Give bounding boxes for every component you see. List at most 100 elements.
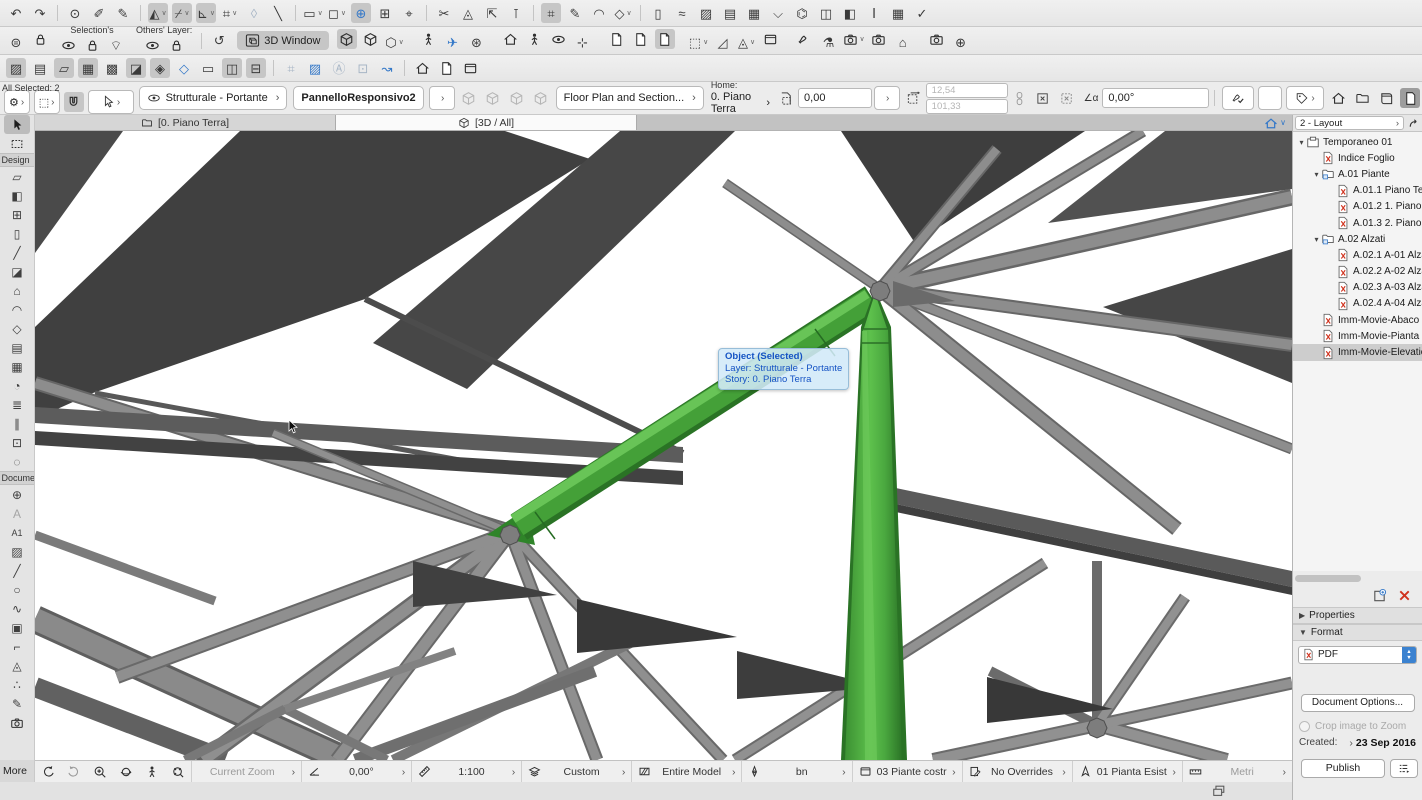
new-page-icon[interactable] bbox=[631, 29, 651, 49]
x-dashed-box-icon[interactable] bbox=[1058, 88, 1078, 108]
schedule-icon[interactable]: ▦ bbox=[888, 3, 908, 23]
guide-lines-icon[interactable]: ◭∨ bbox=[148, 3, 168, 23]
frame-dots-icon[interactable]: ⊡ bbox=[353, 58, 373, 78]
orbit-icon[interactable]: ✈ bbox=[443, 32, 463, 52]
format-section-header[interactable]: ▼ Format bbox=[1293, 624, 1422, 641]
perspective-icon[interactable] bbox=[337, 29, 357, 49]
circle-tool[interactable]: ○ bbox=[4, 580, 30, 599]
marquee-options-icon[interactable]: ▭∨ bbox=[303, 3, 323, 23]
trim-icon[interactable]: ⊺ bbox=[506, 3, 526, 23]
book-icon[interactable] bbox=[436, 58, 456, 78]
freehand-icon[interactable]: ✎ bbox=[565, 3, 585, 23]
elevation-popup-button[interactable]: › bbox=[874, 86, 900, 110]
elevation-tool[interactable]: ◬ bbox=[4, 656, 30, 675]
quick-model-view-button[interactable]: ∨ bbox=[1258, 115, 1292, 130]
tree-item-imm-elevation[interactable]: Imm-Movie-Elevation bbox=[1293, 344, 1422, 360]
view-settings-selector[interactable]: Floor Plan and Section... › bbox=[556, 86, 704, 110]
coordinate-y-input[interactable]: 101,33 bbox=[926, 99, 1008, 114]
bucket-icon[interactable]: ◬∨ bbox=[737, 32, 757, 52]
hatch-blue-icon[interactable]: ▨ bbox=[305, 58, 325, 78]
dimension-tool[interactable]: ⊕ bbox=[4, 485, 30, 504]
film-camera-icon[interactable] bbox=[927, 29, 947, 49]
format-stepper[interactable]: ▲▼ bbox=[1402, 647, 1416, 663]
bottombar-units[interactable]: Metri› bbox=[1182, 761, 1292, 782]
bottombar-scale[interactable]: 1:100› bbox=[411, 761, 521, 782]
fill-tool[interactable]: ▨ bbox=[4, 542, 30, 561]
morph-ops-icon[interactable]: ◇∨ bbox=[613, 3, 633, 23]
renovation-extra-button[interactable] bbox=[1258, 86, 1282, 110]
bottombar-window-settings[interactable]: 03 Piante costruzione› bbox=[852, 761, 962, 782]
tree-item-a022[interactable]: A.02.2 A-02 Alzato Est bbox=[1293, 264, 1422, 280]
tree-item-a02[interactable]: ▾A.02 Alzati bbox=[1293, 231, 1422, 247]
ink-icon[interactable]: ⚗ bbox=[819, 32, 839, 52]
delete-icon[interactable] bbox=[1397, 588, 1412, 603]
grid-snap-icon[interactable]: ⌗∨ bbox=[220, 3, 240, 23]
editing-plane-icon[interactable]: ◊ bbox=[244, 3, 264, 23]
navigator-view-map-icon[interactable] bbox=[1352, 88, 1372, 108]
projection-icon[interactable]: ⬡∨ bbox=[385, 32, 405, 52]
layer-filter-4-icon[interactable]: ▦ bbox=[78, 58, 98, 78]
bottombar-rotation[interactable]: 0,00°› bbox=[301, 761, 411, 782]
node-edit-icon[interactable]: ⌗ bbox=[541, 3, 561, 23]
tree-item-a011[interactable]: A.01.1 Piano Terra bbox=[1293, 183, 1422, 199]
visit-view-icon[interactable]: ⊜ bbox=[6, 32, 26, 52]
tree-disclosure-icon[interactable]: ▾ bbox=[1297, 138, 1306, 147]
tree-item-a023[interactable]: A.02.3 A-03 Alzato Su bbox=[1293, 280, 1422, 296]
others-show-icon[interactable] bbox=[142, 36, 162, 56]
elevation-person-icon[interactable] bbox=[525, 29, 545, 49]
horizontal-scrollbar[interactable] bbox=[1295, 575, 1361, 582]
figure-tool[interactable]: ▣ bbox=[4, 618, 30, 637]
copy-page-icon[interactable] bbox=[607, 29, 627, 49]
layer-selector[interactable]: Strutturale - Portante › bbox=[139, 86, 288, 110]
pivot-icon[interactable]: ⊹ bbox=[573, 32, 593, 52]
section-house-icon[interactable] bbox=[501, 29, 521, 49]
angle-input[interactable]: 0,00° bbox=[1102, 88, 1209, 108]
profile-icon[interactable]: ◫ bbox=[816, 3, 836, 23]
magnet-toggle[interactable] bbox=[64, 92, 84, 112]
home-story-selector[interactable]: 0. Piano Terra› bbox=[711, 91, 770, 115]
arrow-tool[interactable] bbox=[4, 115, 30, 134]
lock-pair-icon[interactable] bbox=[30, 29, 50, 49]
inject-parameters-icon[interactable]: ✎ bbox=[113, 3, 133, 23]
selection-settings-button[interactable]: ⬚› bbox=[34, 90, 60, 114]
plane-blue-icon[interactable]: ◇ bbox=[174, 58, 194, 78]
roof-add-icon[interactable]: ◠ bbox=[589, 3, 609, 23]
3d-cutaway-icon[interactable] bbox=[549, 29, 569, 49]
snap-points-icon[interactable]: ⊾∨ bbox=[196, 3, 216, 23]
stair-tool[interactable]: ≣ bbox=[4, 395, 30, 414]
axonometry-icon[interactable] bbox=[361, 29, 381, 49]
explore-icon[interactable]: ⊛ bbox=[467, 32, 487, 52]
brush-icon[interactable] bbox=[795, 29, 815, 49]
new-layout-icon[interactable] bbox=[1372, 588, 1387, 603]
publish-options-button[interactable] bbox=[1390, 759, 1418, 778]
curtain-wall-tool[interactable]: ▦ bbox=[4, 357, 30, 376]
active-page-icon[interactable] bbox=[655, 29, 675, 49]
label-tool[interactable]: A1 bbox=[4, 523, 30, 542]
tree-disclosure-icon[interactable]: ▾ bbox=[1312, 170, 1321, 179]
automation-icon[interactable]: ⊕ bbox=[351, 3, 371, 23]
renovation-filter-button[interactable] bbox=[1222, 86, 1254, 110]
properties-section-header[interactable]: ▶ Properties bbox=[1293, 607, 1422, 624]
object-tool[interactable]: ⊡ bbox=[4, 433, 30, 452]
link-icon[interactable] bbox=[1010, 88, 1030, 108]
quick-options-button[interactable]: › bbox=[1286, 86, 1324, 110]
navigator-mode-select[interactable]: 2 - Layout › bbox=[1295, 116, 1404, 130]
column-tool[interactable]: ▯ bbox=[4, 224, 30, 243]
tab-3d-all[interactable]: [3D / All] bbox=[336, 115, 637, 130]
marquee-filter-icon[interactable]: ▭ bbox=[198, 58, 218, 78]
dimension-check-icon[interactable]: ⊞ bbox=[375, 3, 395, 23]
opening-tool[interactable]: ◌ bbox=[4, 452, 30, 471]
cascade-windows-icon[interactable] bbox=[1212, 784, 1226, 798]
transfer-icon[interactable] bbox=[460, 58, 480, 78]
tree-item-temporaneo[interactable]: ▾Temporaneo 01 bbox=[1293, 134, 1422, 150]
walk-icon[interactable] bbox=[139, 761, 165, 782]
abc-icon[interactable]: Ⓐ bbox=[329, 58, 349, 78]
go-up-button[interactable] bbox=[1406, 117, 1422, 129]
hotspot-tool[interactable]: ∴ bbox=[4, 675, 30, 694]
railing-tool[interactable]: ∥ bbox=[4, 414, 30, 433]
document-options-button[interactable]: Document Options... bbox=[1301, 694, 1415, 712]
tree-item-a021[interactable]: A.02.1 A-01 Alzato No bbox=[1293, 247, 1422, 263]
anchor-icon[interactable]: ⌵ bbox=[768, 3, 788, 23]
tree-item-indice[interactable]: Indice Foglio bbox=[1293, 150, 1422, 166]
split-icon[interactable]: ╲ bbox=[268, 3, 288, 23]
